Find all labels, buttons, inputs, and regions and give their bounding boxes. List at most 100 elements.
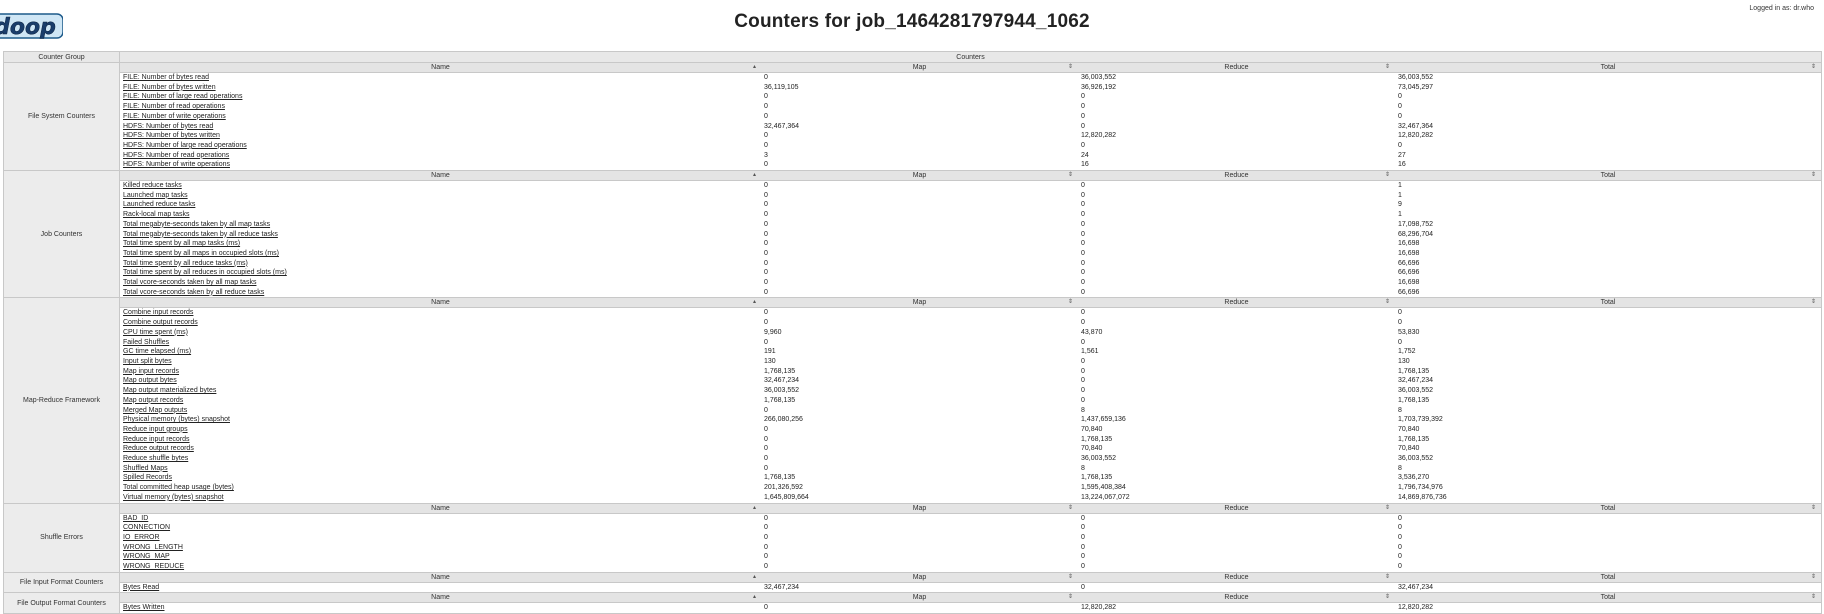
counter-name-link[interactable]: FILE: Number of bytes read	[123, 74, 209, 81]
map-column-header[interactable]: Map ⇕	[761, 298, 1078, 309]
map-column-header[interactable]: Map ⇕	[761, 593, 1078, 604]
counter-name-link[interactable]: Total time spent by all reduce tasks (ms…	[123, 260, 248, 267]
counter-name-link[interactable]: Map input records	[123, 368, 179, 375]
counter-name-link[interactable]: Input split bytes	[123, 358, 172, 365]
counter-name-link[interactable]: Merged Map outputs	[123, 407, 187, 414]
map-column-header[interactable]: Map ⇕	[761, 171, 1078, 182]
counter-name-link[interactable]: Rack-local map tasks	[123, 211, 190, 218]
counter-name-link[interactable]: FILE: Number of read operations	[123, 103, 225, 110]
counter-name-link[interactable]: Physical memory (bytes) snapshot	[123, 416, 230, 423]
counter-name-link[interactable]: Bytes Written	[123, 604, 165, 611]
counter-name-link[interactable]: Combine output records	[123, 319, 198, 326]
sort-ascending-icon[interactable]: ▴	[753, 298, 756, 307]
counter-name-link[interactable]: Total megabyte-seconds taken by all map …	[123, 221, 270, 228]
sort-both-icon[interactable]: ⇕	[1385, 171, 1390, 180]
counter-name-link[interactable]: Total time spent by all map tasks (ms)	[123, 240, 240, 247]
counter-name-link[interactable]: FILE: Number of write operations	[123, 113, 226, 120]
sort-both-icon[interactable]: ⇕	[1385, 593, 1390, 602]
counter-name-link[interactable]: Bytes Read	[123, 584, 159, 591]
counter-group-header[interactable]: Counter Group	[3, 51, 120, 63]
map-column-header[interactable]: Map ⇕	[761, 572, 1078, 583]
counter-name-link[interactable]: Total committed heap usage (bytes)	[123, 484, 234, 491]
counter-name-link[interactable]: Reduce shuffle bytes	[123, 455, 188, 462]
total-column-header[interactable]: Total ⇕	[1395, 298, 1821, 309]
sort-both-icon[interactable]: ⇕	[1068, 63, 1073, 72]
counter-name-link[interactable]: Reduce output records	[123, 445, 194, 452]
counter-name-link[interactable]: Reduce input groups	[123, 426, 188, 433]
counter-name-link[interactable]: Map output materialized bytes	[123, 387, 216, 394]
counter-name-link[interactable]: Spilled Records	[123, 474, 172, 481]
sort-both-icon[interactable]: ⇕	[1068, 593, 1073, 602]
sort-both-icon[interactable]: ⇕	[1811, 63, 1816, 72]
reduce-column-header[interactable]: Reduce ⇕	[1078, 593, 1395, 604]
sort-ascending-icon[interactable]: ▴	[753, 573, 756, 582]
counters-header[interactable]: Counters	[119, 51, 1822, 63]
counter-name-link[interactable]: CONNECTION	[123, 524, 170, 531]
counter-name-link[interactable]: WRONG_LENGTH	[123, 544, 183, 551]
reduce-column-header[interactable]: Reduce ⇕	[1078, 503, 1395, 514]
name-column-header[interactable]: Name ▴	[120, 572, 761, 583]
sort-ascending-icon[interactable]: ▴	[753, 504, 756, 513]
sort-both-icon[interactable]: ⇕	[1385, 298, 1390, 307]
sort-both-icon[interactable]: ⇕	[1811, 298, 1816, 307]
reduce-column-header[interactable]: Reduce ⇕	[1078, 298, 1395, 309]
sort-ascending-icon[interactable]: ▴	[753, 171, 756, 180]
name-column-header[interactable]: Name ▴	[120, 171, 761, 182]
sort-both-icon[interactable]: ⇕	[1068, 573, 1073, 582]
counter-name-link[interactable]: Killed reduce tasks	[123, 182, 182, 189]
name-column-header[interactable]: Name ▴	[120, 593, 761, 604]
sort-ascending-icon[interactable]: ▴	[753, 593, 756, 602]
map-column-header[interactable]: Map ⇕	[761, 503, 1078, 514]
sort-both-icon[interactable]: ⇕	[1068, 298, 1073, 307]
reduce-column-header[interactable]: Reduce ⇕	[1078, 572, 1395, 583]
counter-name-link[interactable]: Total vcore-seconds taken by all reduce …	[123, 289, 264, 296]
counter-name-link[interactable]: Map output records	[123, 397, 183, 404]
sort-both-icon[interactable]: ⇕	[1385, 504, 1390, 513]
counter-name-link[interactable]: Virtual memory (bytes) snapshot	[123, 494, 224, 501]
sort-both-icon[interactable]: ⇕	[1385, 63, 1390, 72]
total-column-header[interactable]: Total ⇕	[1395, 63, 1821, 73]
counter-name-link[interactable]: HDFS: Number of large read operations	[123, 142, 247, 149]
counter-name-link[interactable]: Total vcore-seconds taken by all map tas…	[123, 279, 256, 286]
total-column-header[interactable]: Total ⇕	[1395, 593, 1821, 604]
counter-name-link[interactable]: GC time elapsed (ms)	[123, 348, 191, 355]
counter-name-link[interactable]: WRONG_MAP	[123, 553, 170, 560]
counter-name-link[interactable]: HDFS: Number of bytes read	[123, 123, 213, 130]
sort-both-icon[interactable]: ⇕	[1811, 593, 1816, 602]
counter-name-link[interactable]: WRONG_REDUCE	[123, 563, 184, 570]
reduce-column-header[interactable]: Reduce ⇕	[1078, 171, 1395, 182]
counter-name-link[interactable]: Total time spent by all reduces in occup…	[123, 269, 287, 276]
counter-name-link[interactable]: HDFS: Number of read operations	[123, 152, 229, 159]
total-column-header[interactable]: Total ⇕	[1395, 171, 1821, 182]
counter-name-link[interactable]: IO_ERROR	[123, 534, 160, 541]
sort-both-icon[interactable]: ⇕	[1811, 504, 1816, 513]
sort-both-icon[interactable]: ⇕	[1385, 573, 1390, 582]
counter-name-link[interactable]: Total megabyte-seconds taken by all redu…	[123, 231, 278, 238]
sort-both-icon[interactable]: ⇕	[1068, 504, 1073, 513]
counter-name-link[interactable]: Map output bytes	[123, 377, 177, 384]
counter-name-link[interactable]: Launched map tasks	[123, 192, 188, 199]
counter-name-link[interactable]: Total time spent by all maps in occupied…	[123, 250, 279, 257]
counter-name-link[interactable]: HDFS: Number of bytes written	[123, 132, 220, 139]
total-column-header[interactable]: Total ⇕	[1395, 503, 1821, 514]
counter-name-link[interactable]: FILE: Number of large read operations	[123, 93, 242, 100]
counter-name-link[interactable]: FILE: Number of bytes written	[123, 84, 216, 91]
sort-both-icon[interactable]: ⇕	[1068, 171, 1073, 180]
name-column-header[interactable]: Name ▴	[120, 63, 761, 73]
counter-name-link[interactable]: CPU time spent (ms)	[123, 329, 188, 336]
counter-name-link[interactable]: Shuffled Maps	[123, 465, 168, 472]
name-column-header[interactable]: Name ▴	[120, 298, 761, 309]
sort-ascending-icon[interactable]: ▴	[753, 63, 756, 72]
counter-name-link[interactable]: BAD_ID	[123, 515, 148, 522]
reduce-column-header[interactable]: Reduce ⇕	[1078, 63, 1395, 73]
sort-both-icon[interactable]: ⇕	[1811, 171, 1816, 180]
total-column-header[interactable]: Total ⇕	[1395, 572, 1821, 583]
counter-name-link[interactable]: Failed Shuffles	[123, 339, 169, 346]
sort-both-icon[interactable]: ⇕	[1811, 573, 1816, 582]
name-column-header[interactable]: Name ▴	[120, 503, 761, 514]
counter-name-link[interactable]: Launched reduce tasks	[123, 201, 195, 208]
counter-name-link[interactable]: Combine input records	[123, 309, 193, 316]
map-column-header[interactable]: Map ⇕	[761, 63, 1078, 73]
counter-name-link[interactable]: HDFS: Number of write operations	[123, 161, 230, 168]
counter-name-link[interactable]: Reduce input records	[123, 436, 190, 443]
